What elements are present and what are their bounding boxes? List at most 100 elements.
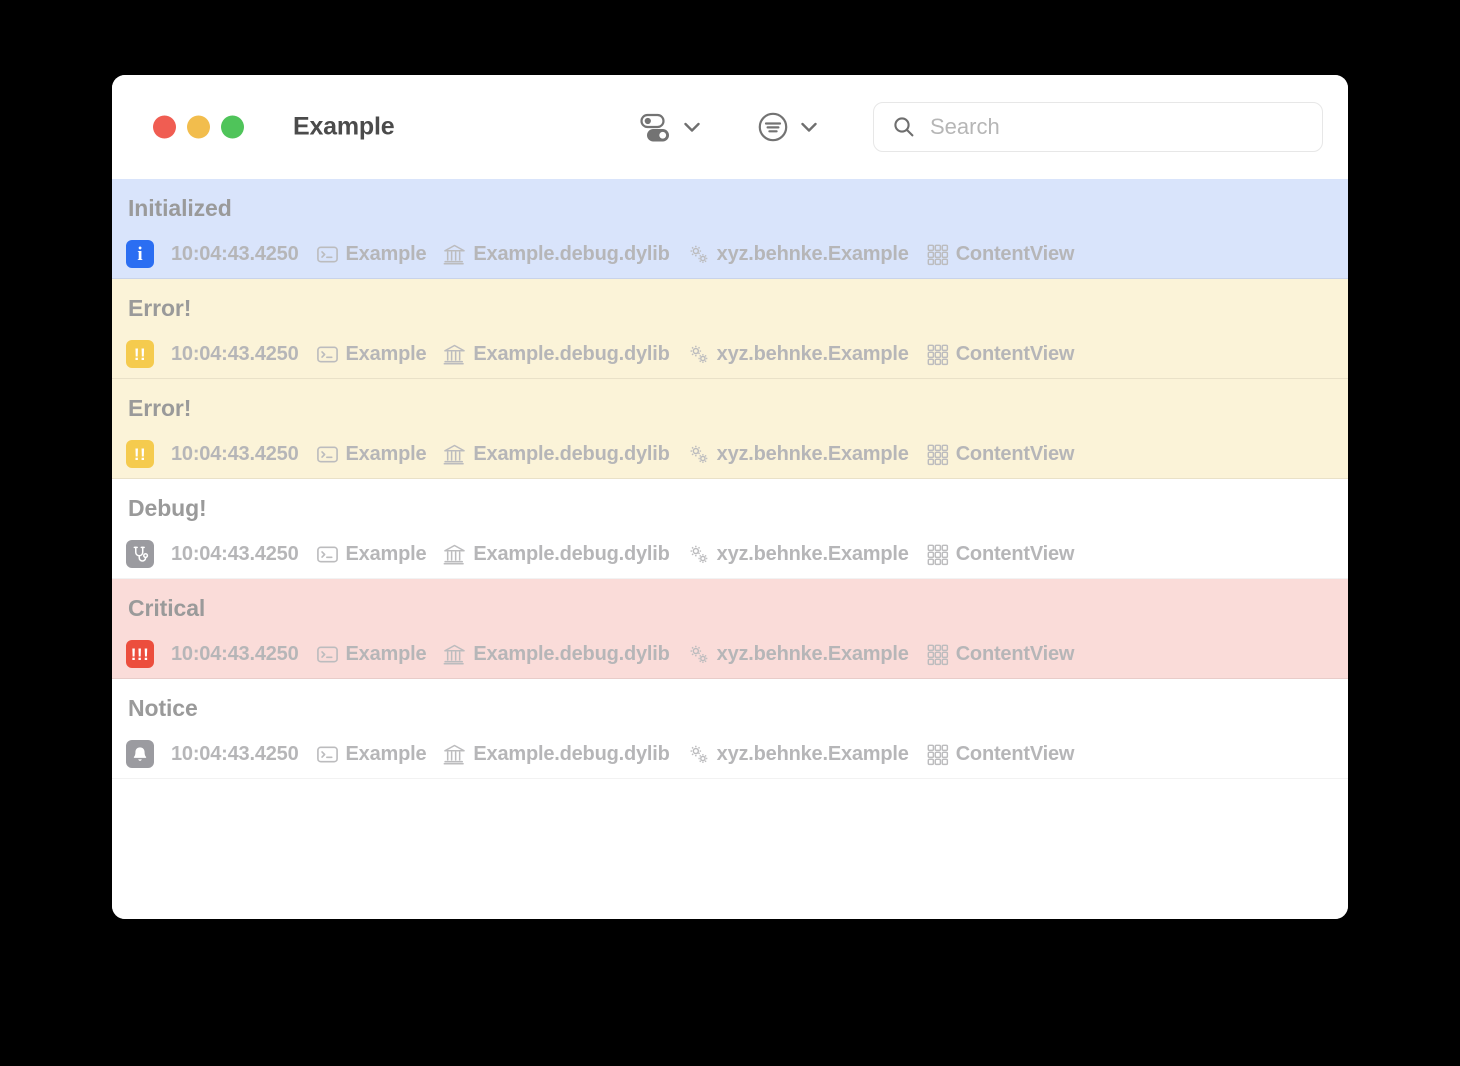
app-window: Example Search Initialized i 10:04:43.42… — [112, 75, 1348, 919]
log-entry-subsystem: xyz.behnke.Example — [687, 343, 909, 366]
bank-building-icon — [443, 543, 466, 566]
grid-squares-icon — [926, 643, 949, 666]
log-entry-metadata: !!! 10:04:43.4250 Example Example.debug.dyl… — [126, 640, 1074, 668]
log-entry-process: Example — [316, 343, 427, 366]
log-entry-message: Notice — [128, 695, 198, 721]
log-entry-row[interactable]: Debug! 10:04:43.4250 Example Example.debug.… — [112, 479, 1348, 579]
gears-icon — [687, 543, 710, 566]
log-entry-row[interactable]: Notice 10:04:43.4250 Example Example.debug.… — [112, 679, 1348, 779]
log-level-badge-error[interactable]: !! — [126, 340, 154, 368]
bank-building-icon — [443, 443, 466, 466]
log-entry-library-label: Example.debug.dylib — [473, 542, 670, 565]
gears-icon — [687, 243, 710, 266]
log-entry-subsystem-label: xyz.behnke.Example — [716, 242, 909, 265]
log-entry-subsystem: xyz.behnke.Example — [687, 543, 909, 566]
window-title: Example — [293, 112, 395, 141]
log-level-badge-info[interactable]: i — [126, 240, 154, 268]
log-entry-row[interactable]: Initialized i 10:04:43.4250 Example Example.… — [112, 179, 1348, 279]
window-titlebar: Example — [112, 75, 1348, 179]
log-entry-library: Example.debug.dylib — [443, 242, 670, 266]
log-entry-process: Example — [316, 443, 427, 466]
log-level-glyph: !!! — [130, 644, 150, 664]
log-entry-row[interactable]: Error!!! 10:04:43.4250 Example Example.debu… — [112, 279, 1348, 379]
log-entry-category-label: ContentView — [955, 742, 1075, 765]
search-input[interactable] — [930, 103, 1322, 151]
search-icon — [892, 115, 916, 139]
log-entry-process: Example — [316, 743, 427, 766]
log-entry-row[interactable]: Critical!!! 10:04:43.4250 Example Example.d… — [112, 579, 1348, 679]
log-entry-message: Debug! — [128, 495, 207, 521]
stethoscope-icon — [133, 546, 148, 562]
log-entry-metadata: 10:04:43.4250 Example Example.debug.dylib x… — [126, 740, 1074, 768]
bell-icon — [133, 747, 147, 761]
log-entry-timestamp: 10:04:43.4250 — [171, 342, 299, 365]
gears-icon — [687, 643, 710, 666]
terminal-icon — [316, 543, 339, 566]
grid-squares-icon — [926, 343, 949, 366]
log-entry-metadata: !! 10:04:43.4250 Example Example.debug.dyli… — [126, 440, 1074, 468]
log-entry-timestamp: 10:04:43.4250 — [171, 442, 299, 465]
log-entry-process-label: Example — [345, 442, 427, 465]
log-entry-category: ContentView — [926, 543, 1074, 566]
log-entry-library: Example.debug.dylib — [443, 442, 670, 466]
sort-menu-control[interactable] — [757, 111, 820, 143]
log-level-badge-notice[interactable] — [126, 740, 154, 768]
log-level-badge-error[interactable]: !! — [126, 440, 154, 468]
log-entry-metadata: !! 10:04:43.4250 Example Example.debug.dyli… — [126, 340, 1074, 368]
log-entry-process-label: Example — [345, 242, 427, 265]
log-entry-library-label: Example.debug.dylib — [473, 742, 670, 765]
log-level-glyph: i — [137, 243, 143, 265]
log-entry-list[interactable]: Initialized i 10:04:43.4250 Example Example.… — [112, 179, 1348, 919]
log-level-badge-critical[interactable]: !!! — [126, 640, 154, 668]
log-level-glyph: !! — [133, 344, 147, 364]
gears-icon — [687, 743, 710, 766]
search-field[interactable] — [873, 102, 1323, 152]
switch-toggles-icon — [638, 110, 672, 144]
log-entry-library-label: Example.debug.dylib — [473, 442, 670, 465]
minimize-window-button[interactable] — [187, 115, 210, 139]
chevron-down-icon[interactable] — [798, 116, 820, 138]
gears-icon — [687, 343, 710, 366]
bank-building-icon — [443, 243, 466, 266]
log-entry-library-label: Example.debug.dylib — [473, 342, 670, 365]
log-entry-category-label: ContentView — [955, 242, 1075, 265]
log-entry-metadata: 10:04:43.4250 Example Example.debug.dylib x… — [126, 540, 1074, 568]
terminal-icon — [316, 643, 339, 666]
grid-squares-icon — [926, 243, 949, 266]
log-entry-metadata: i 10:04:43.4250 Example Example.debug.dylib… — [126, 240, 1074, 268]
log-entry-library: Example.debug.dylib — [443, 643, 670, 666]
log-entry-process-label: Example — [345, 342, 427, 365]
grid-squares-icon — [926, 543, 949, 566]
log-entry-process: Example — [316, 643, 427, 666]
log-entry-row[interactable]: Error!!! 10:04:43.4250 Example Example.debu… — [112, 379, 1348, 479]
log-entry-category: ContentView — [926, 742, 1075, 766]
log-entry-message: Critical — [128, 595, 206, 621]
log-entry-category: ContentView — [926, 242, 1075, 266]
log-entry-message: Initialized — [128, 195, 232, 221]
close-window-button[interactable] — [153, 115, 176, 139]
maximize-window-button[interactable] — [221, 115, 244, 139]
log-entry-process-label: Example — [345, 542, 427, 565]
log-entry-process-label: Example — [345, 642, 427, 665]
log-entry-subsystem-label: xyz.behnke.Example — [716, 742, 909, 765]
log-entry-library: Example.debug.dylib — [443, 342, 670, 366]
log-entry-timestamp: 10:04:43.4250 — [171, 642, 299, 665]
chevron-down-icon[interactable] — [681, 116, 703, 138]
log-entry-timestamp: 10:04:43.4250 — [171, 742, 299, 765]
filter-toggles-control[interactable] — [638, 110, 703, 144]
log-level-glyph: !! — [133, 444, 147, 464]
log-entry-message: Error! — [128, 395, 192, 421]
desktop-background: Example Search Initialized i 10:04:43.42… — [0, 0, 1460, 1066]
log-entry-process-label: Example — [345, 742, 427, 765]
terminal-icon — [316, 343, 339, 366]
log-entry-subsystem: xyz.behnke.Example — [687, 243, 909, 266]
log-entry-timestamp: 10:04:43.4250 — [171, 242, 299, 265]
log-entry-subsystem: xyz.behnke.Example — [687, 443, 909, 466]
log-entry-library: Example.debug.dylib — [443, 742, 670, 766]
bank-building-icon — [443, 743, 466, 766]
log-level-badge-debug[interactable] — [126, 540, 154, 568]
log-entry-library-label: Example.debug.dylib — [473, 242, 670, 265]
log-entry-category: ContentView — [926, 443, 1074, 466]
terminal-icon — [316, 443, 339, 466]
bank-building-icon — [443, 343, 466, 366]
